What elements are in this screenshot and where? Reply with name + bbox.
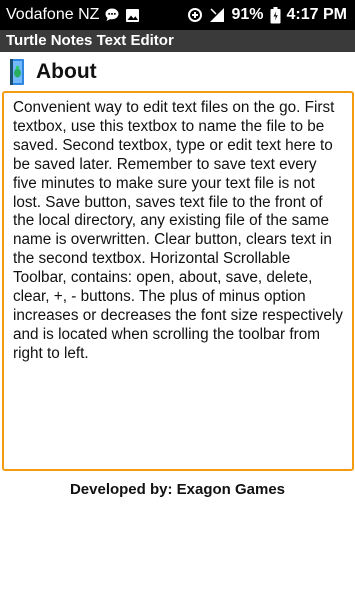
data-saver-icon: [187, 7, 203, 23]
about-title: About: [36, 60, 97, 83]
battery-percent: 91%: [231, 6, 264, 23]
about-body-text: Convenient way to edit text files on the…: [13, 99, 343, 362]
clock-suffix: PM: [323, 6, 347, 23]
battery-icon: [270, 6, 281, 24]
developer-credit: Developed by: Exagon Games: [69, 481, 286, 498]
app-title: Turtle Notes Text Editor: [6, 32, 174, 49]
app-title-bar: Turtle Notes Text Editor: [0, 30, 355, 52]
about-text-box[interactable]: Convenient way to edit text files on the…: [2, 91, 354, 471]
chat-bubble-icon: [104, 7, 120, 23]
carrier-name: Vodafone NZ: [6, 6, 100, 23]
about-header: About: [0, 54, 355, 90]
app-icon: [10, 57, 26, 87]
signal-icon: [209, 7, 225, 23]
image-icon: [125, 8, 140, 23]
status-bar: Vodafone NZ 91% 4:17 PM: [0, 0, 355, 30]
clock-time: 4:17: [286, 6, 319, 23]
